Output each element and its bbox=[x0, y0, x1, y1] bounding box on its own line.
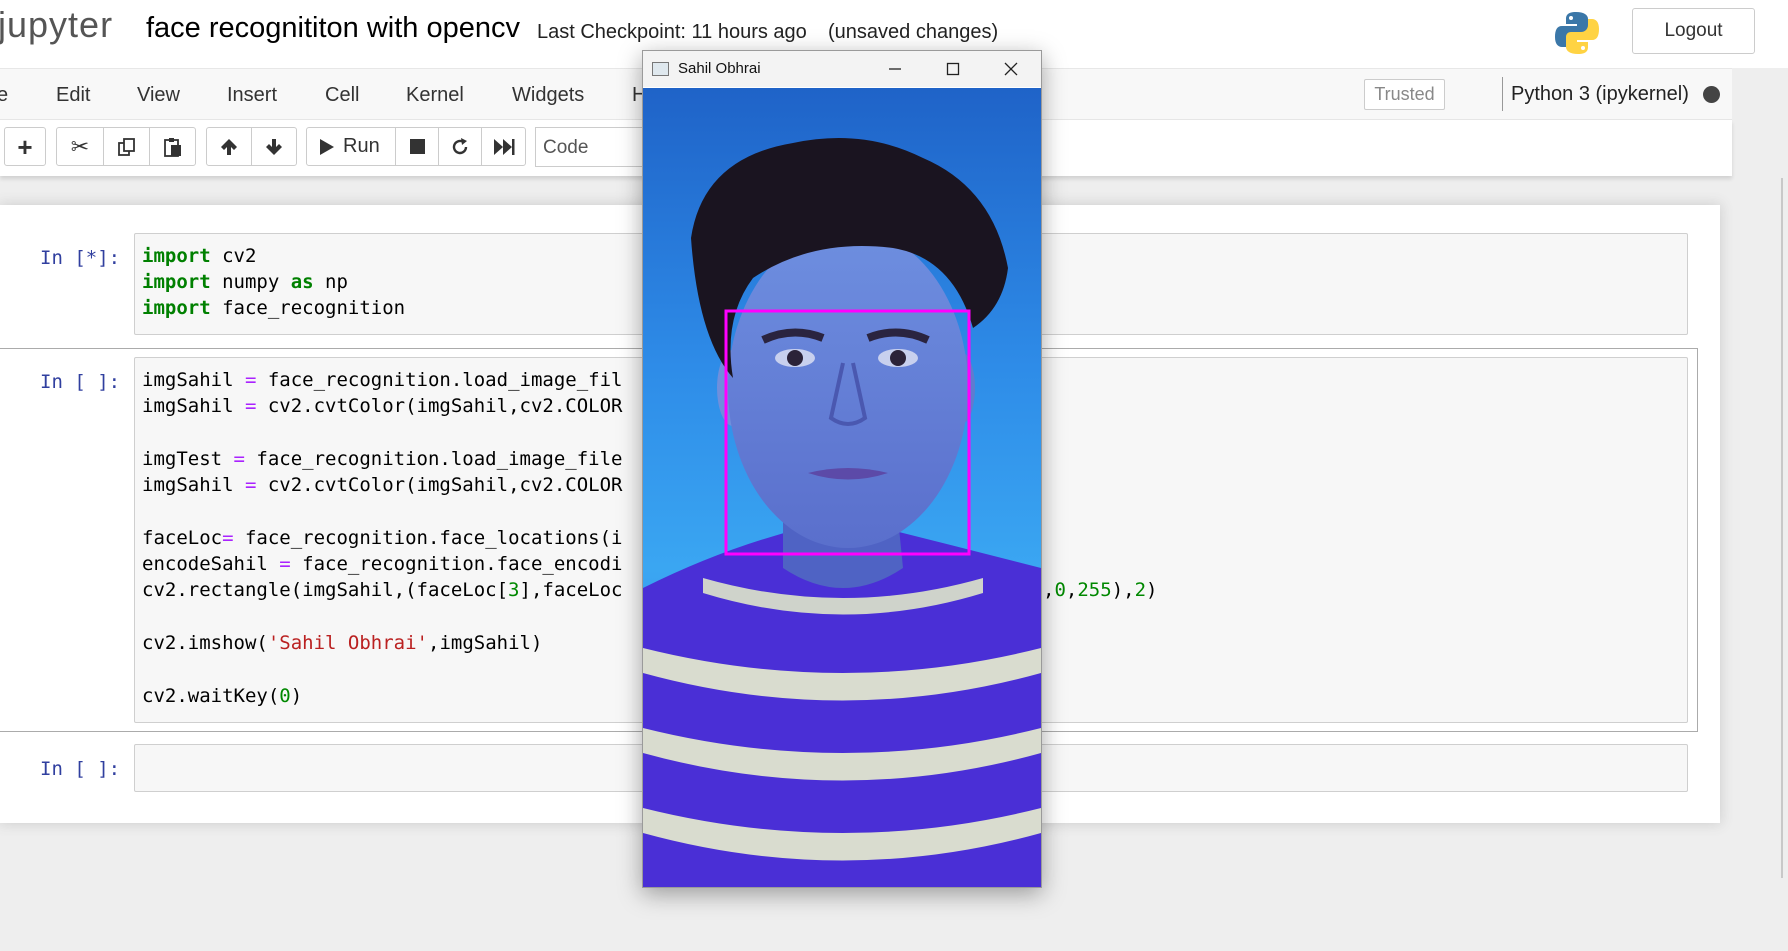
window-title: Sahil Obhrai bbox=[678, 60, 761, 77]
paste-button[interactable] bbox=[149, 127, 196, 166]
window-app-icon bbox=[652, 62, 669, 76]
minimize-button[interactable] bbox=[875, 55, 915, 83]
cell-prompt: In [ ]: bbox=[40, 758, 121, 780]
close-icon bbox=[1004, 62, 1018, 76]
menu-widgets[interactable]: Widgets bbox=[512, 84, 584, 107]
unsaved-indicator: (unsaved changes) bbox=[828, 21, 999, 43]
cell-prompt: In [*]: bbox=[40, 247, 121, 269]
cell-type-select[interactable]: Code bbox=[535, 127, 645, 167]
code-line: imgSahil = face_recognition.load_image_f… bbox=[142, 369, 623, 391]
code-line: cv2.rectangle(imgSahil,(faceLoc[3],faceL… bbox=[142, 579, 623, 601]
maximize-icon bbox=[946, 62, 960, 76]
plus-icon: + bbox=[17, 131, 33, 162]
arrow-up-icon bbox=[221, 138, 237, 155]
code-line-overflow: ,0,255),2) bbox=[1043, 579, 1158, 601]
insert-cell-button[interactable]: + bbox=[4, 127, 46, 166]
run-button[interactable]: Run bbox=[306, 127, 396, 166]
restart-icon bbox=[452, 137, 468, 154]
webcam-face-image bbox=[643, 88, 1041, 887]
copy-button[interactable] bbox=[103, 127, 150, 166]
page-scrollbar[interactable] bbox=[1781, 178, 1783, 878]
code-line: faceLoc= face_recognition.face_locations… bbox=[142, 527, 623, 549]
minimize-icon bbox=[889, 68, 901, 70]
move-down-button[interactable] bbox=[251, 127, 297, 166]
notebook-title[interactable]: face recognititon with opencv bbox=[146, 12, 520, 45]
run-button-label: Run bbox=[343, 135, 380, 157]
close-button[interactable] bbox=[991, 55, 1031, 83]
code-line: import face_recognition bbox=[142, 297, 406, 319]
move-up-button[interactable] bbox=[206, 127, 252, 166]
logout-button[interactable]: Logout bbox=[1632, 8, 1755, 54]
code-line: encodeSahil = face_recognition.face_enco… bbox=[142, 553, 623, 575]
kernel-divider bbox=[1502, 77, 1503, 111]
menu-insert[interactable]: Insert bbox=[227, 84, 277, 107]
restart-run-all-button[interactable] bbox=[481, 127, 526, 166]
stop-icon bbox=[409, 139, 425, 154]
window-titlebar[interactable]: Sahil Obhrai bbox=[643, 51, 1041, 87]
copy-icon bbox=[117, 137, 135, 156]
code-line: import numpy as np bbox=[142, 271, 348, 293]
menu-cell[interactable]: Cell bbox=[325, 84, 359, 107]
code-line: imgSahil = cv2.cvtColor(imgSahil,cv2.COL… bbox=[142, 474, 623, 496]
interrupt-button[interactable] bbox=[395, 127, 439, 166]
code-line: imgTest = face_recognition.load_image_fi… bbox=[142, 448, 623, 470]
menu-edit[interactable]: Edit bbox=[56, 84, 90, 107]
fast-forward-icon bbox=[493, 138, 514, 155]
maximize-button[interactable] bbox=[933, 55, 973, 83]
restart-button[interactable] bbox=[438, 127, 482, 166]
trusted-indicator[interactable]: Trusted bbox=[1364, 79, 1445, 110]
menu-kernel[interactable]: Kernel bbox=[406, 84, 464, 107]
kernel-busy-indicator bbox=[1703, 86, 1720, 103]
play-icon bbox=[320, 138, 334, 155]
code-line: cv2.imshow('Sahil Obhrai',imgSahil) bbox=[142, 632, 543, 654]
cell-prompt: In [ ]: bbox=[40, 371, 121, 393]
code-line: imgSahil = cv2.cvtColor(imgSahil,cv2.COL… bbox=[142, 395, 623, 417]
paste-icon bbox=[163, 137, 181, 157]
code-line: cv2.waitKey(0) bbox=[142, 685, 303, 707]
python-logo-icon bbox=[1555, 12, 1599, 54]
cut-icon: ✂ bbox=[70, 133, 90, 159]
arrow-down-icon bbox=[266, 138, 282, 155]
jupyter-logo[interactable]: jupyter bbox=[0, 4, 113, 46]
checkpoint-status: Last Checkpoint: 11 hours ago bbox=[537, 21, 807, 43]
opencv-image-window[interactable]: Sahil Obhrai bbox=[642, 50, 1042, 888]
cut-button[interactable]: ✂ bbox=[56, 127, 104, 166]
code-line: import cv2 bbox=[142, 245, 257, 267]
kernel-name[interactable]: Python 3 (ipykernel) bbox=[1511, 83, 1689, 106]
menu-view[interactable]: View bbox=[137, 84, 180, 107]
menu-file[interactable]: e bbox=[0, 84, 8, 107]
